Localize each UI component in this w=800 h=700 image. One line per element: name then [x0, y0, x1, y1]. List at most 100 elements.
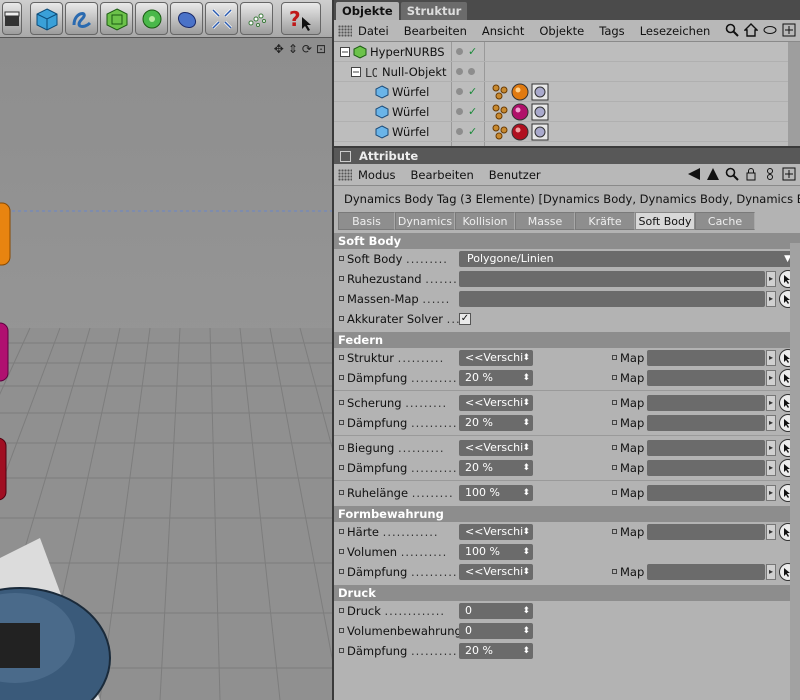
param-bullet[interactable]	[339, 355, 344, 360]
menu-lesezeichen[interactable]: Lesezeichen	[640, 24, 711, 38]
spinner-icon[interactable]: ⬍	[522, 564, 530, 580]
menu-tags[interactable]: Tags	[599, 24, 624, 38]
object-name[interactable]: HyperNURBS	[370, 45, 445, 59]
param-bullet[interactable]	[612, 569, 617, 574]
struktur-daempfung-field[interactable]: 20 % ⬍	[459, 370, 533, 386]
link-arrow-icon[interactable]: ▸	[766, 395, 776, 411]
enabled-check-icon[interactable]: ✓	[468, 45, 477, 58]
object-row[interactable]: L0 Null-Objekt	[334, 62, 800, 82]
object-name[interactable]: Würfel	[392, 85, 429, 99]
texture-tag-icon[interactable]	[531, 83, 549, 101]
map-link-field[interactable]	[647, 460, 765, 476]
menu-bearbeiten[interactable]: Bearbeiten	[404, 24, 467, 38]
map-link-field[interactable]	[647, 485, 765, 501]
attributes-scrollbar[interactable]	[790, 243, 800, 700]
param-bullet[interactable]	[339, 316, 344, 321]
texture-tag-icon[interactable]	[531, 123, 549, 141]
map-link-field[interactable]	[647, 395, 765, 411]
dynamics-body-tag-icon[interactable]	[491, 83, 509, 101]
collapse-icon[interactable]	[351, 66, 361, 77]
modeling-icon[interactable]	[135, 2, 168, 35]
volumen-field[interactable]: 100 % ⬍	[459, 544, 533, 560]
soft-body-dropdown[interactable]: Polygone/Linien ▼	[459, 251, 795, 267]
back-arrow-icon[interactable]	[687, 167, 701, 181]
link-arrow-icon[interactable]: ▸	[766, 460, 776, 476]
scherung-field[interactable]: <<Verschi ⬍	[459, 395, 533, 411]
param-bullet[interactable]	[339, 628, 344, 633]
param-bullet[interactable]	[612, 529, 617, 534]
spinner-icon[interactable]: ⬍	[522, 623, 530, 639]
biegung-daempfung-field[interactable]: 20 % ⬍	[459, 460, 533, 476]
spline-icon[interactable]	[65, 2, 98, 35]
link-arrow-icon[interactable]: ▸	[766, 564, 776, 580]
dynamics-body-tag-icon[interactable]	[491, 123, 509, 141]
spinner-icon[interactable]: ⬍	[522, 395, 530, 411]
param-bullet[interactable]	[339, 296, 344, 301]
spinner-icon[interactable]: ⬍	[522, 350, 530, 366]
particles-icon[interactable]	[240, 2, 273, 35]
object-name[interactable]: Würfel	[392, 125, 429, 139]
enabled-check-icon[interactable]: ✓	[468, 125, 477, 138]
menu-objekte[interactable]: Objekte	[539, 24, 584, 38]
param-bullet[interactable]	[339, 465, 344, 470]
param-bullet[interactable]	[339, 569, 344, 574]
render-visibility-dot[interactable]	[468, 68, 475, 75]
material-tag-icon[interactable]	[511, 103, 529, 121]
spinner-icon[interactable]: ⬍	[522, 544, 530, 560]
spinner-icon[interactable]: ⬍	[522, 603, 530, 619]
link-arrow-icon[interactable]: ▸	[766, 370, 776, 386]
formbewahrung-daempfung-field[interactable]: <<Verschi ⬍	[459, 564, 533, 580]
spinner-icon[interactable]: ⬍	[522, 524, 530, 540]
ruhezustand-link-field[interactable]	[459, 271, 765, 287]
spinner-icon[interactable]: ⬍	[522, 460, 530, 476]
subtab-masse[interactable]: Masse	[515, 212, 575, 230]
param-bullet[interactable]	[612, 465, 617, 470]
spinner-icon[interactable]: ⬍	[522, 643, 530, 659]
tab-struktur[interactable]: Struktur	[400, 2, 468, 20]
param-bullet[interactable]	[339, 529, 344, 534]
object-name[interactable]: Würfel	[392, 105, 429, 119]
panel-toggle-icon[interactable]	[340, 150, 351, 162]
material-tag-icon[interactable]	[511, 83, 529, 101]
param-bullet[interactable]	[339, 420, 344, 425]
map-link-field[interactable]	[647, 415, 765, 431]
param-bullet[interactable]	[339, 608, 344, 613]
lock-icon[interactable]	[744, 167, 758, 181]
nurbs-icon[interactable]	[100, 2, 133, 35]
scherung-daempfung-field[interactable]: 20 % ⬍	[459, 415, 533, 431]
spinner-icon[interactable]: ⬍	[522, 440, 530, 456]
objects-scrollbar[interactable]	[788, 42, 800, 146]
struktur-field[interactable]: <<Verschi ⬍	[459, 350, 533, 366]
subtab-basis[interactable]: Basis	[338, 212, 395, 230]
link-arrow-icon[interactable]: ▸	[766, 440, 776, 456]
param-bullet[interactable]	[339, 549, 344, 554]
new-panel-icon[interactable]	[782, 167, 796, 181]
menu-datei[interactable]: Datei	[358, 24, 389, 38]
haerte-field[interactable]: <<Verschi ⬍	[459, 524, 533, 540]
material-tag-icon[interactable]	[511, 123, 529, 141]
menu-bearbeiten-attr[interactable]: Bearbeiten	[411, 168, 474, 182]
scene-icon[interactable]	[205, 2, 238, 35]
map-link-field[interactable]	[647, 564, 765, 580]
object-row[interactable]: HyperNURBS ✓	[334, 42, 800, 62]
eye-icon[interactable]	[763, 23, 777, 37]
subtab-soft-body[interactable]: Soft Body	[635, 212, 695, 230]
param-bullet[interactable]	[339, 276, 344, 281]
map-link-field[interactable]	[647, 370, 765, 386]
akkurater-solver-checkbox[interactable]: ✓	[459, 313, 471, 325]
subtab-dynamics[interactable]: Dynamics	[395, 212, 455, 230]
help-icon[interactable]: ?	[281, 2, 321, 35]
tab-objekte[interactable]: Objekte	[336, 2, 399, 20]
subtab-kollision[interactable]: Kollision	[455, 212, 515, 230]
druck-daempfung-field[interactable]: 20 % ⬍	[459, 643, 533, 659]
menu-modus[interactable]: Modus	[358, 168, 396, 182]
3d-viewport[interactable]: ✥ ⇕ ⟳ ⊡	[0, 38, 332, 700]
map-link-field[interactable]	[647, 350, 765, 366]
param-bullet[interactable]	[612, 375, 617, 380]
param-bullet[interactable]	[339, 400, 344, 405]
new-panel-icon[interactable]	[782, 23, 796, 37]
subtab-kraefte[interactable]: Kräfte	[575, 212, 635, 230]
subtab-cache[interactable]: Cache	[695, 212, 755, 230]
ruhelaenge-field[interactable]: 100 % ⬍	[459, 485, 533, 501]
up-arrow-icon[interactable]	[706, 167, 720, 181]
